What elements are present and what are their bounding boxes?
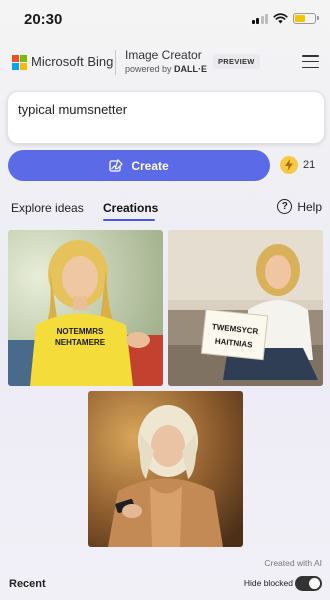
preview-badge: PREVIEW: [213, 54, 260, 69]
product-title: Image Creator: [125, 48, 202, 62]
powered-by-name: DALL·E: [174, 64, 208, 74]
creation-image-3[interactable]: [88, 391, 243, 547]
creation-image-1[interactable]: NOTEMMRS NEHTAMERE: [8, 230, 163, 386]
app-header: Microsoft Bing Image Creator powered by …: [0, 40, 330, 84]
microsoft-logo-icon: [12, 55, 27, 70]
recent-heading: Recent: [9, 578, 46, 590]
tab-explore-ideas[interactable]: Explore ideas: [11, 201, 84, 215]
creation-image-3-art: [88, 391, 243, 547]
creation-image-2-art: TWEMSYCR HAITNIAS: [168, 230, 323, 386]
hamburger-menu-icon[interactable]: [302, 55, 319, 68]
shirt-text-1: NOTEMMRS: [57, 327, 104, 336]
prompt-input[interactable]: typical mumsnetter: [7, 91, 325, 144]
brand-name[interactable]: Microsoft Bing: [31, 54, 113, 69]
created-with-ai-label: Created with AI: [264, 558, 322, 568]
image-create-icon: [109, 158, 124, 172]
powered-by-text: powered by DALL·E: [125, 64, 207, 74]
help-icon: ?: [277, 199, 293, 214]
header-divider: [115, 50, 116, 75]
status-time: 20:30: [24, 11, 63, 28]
boost-count: 21: [303, 159, 316, 171]
tab-creations[interactable]: Creations: [103, 201, 158, 215]
wifi-icon: [273, 13, 288, 24]
cellular-signal-icon: [251, 13, 268, 24]
create-button-label: Create: [131, 158, 169, 173]
creation-image-2[interactable]: TWEMSYCR HAITNIAS: [168, 230, 323, 386]
active-tab-indicator: [103, 219, 155, 221]
help-label: Help: [297, 199, 322, 214]
create-button[interactable]: Create: [8, 150, 270, 181]
shirt-text-2: NEHTAMERE: [55, 338, 106, 347]
lightning-icon: [285, 159, 293, 171]
powered-by-prefix: powered by: [125, 64, 172, 74]
boost-lightning-icon[interactable]: [280, 156, 298, 174]
creation-image-1-art: NOTEMMRS NEHTAMERE: [8, 230, 163, 386]
hide-blocked-toggle[interactable]: [295, 576, 322, 591]
help-button[interactable]: ? Help: [277, 199, 322, 214]
hide-blocked-label: Hide blocked: [243, 578, 293, 588]
prompt-text[interactable]: typical mumsnetter: [18, 102, 127, 117]
status-icons: [251, 13, 319, 24]
battery-icon: [293, 13, 319, 24]
status-bar: 20:30: [0, 0, 330, 40]
